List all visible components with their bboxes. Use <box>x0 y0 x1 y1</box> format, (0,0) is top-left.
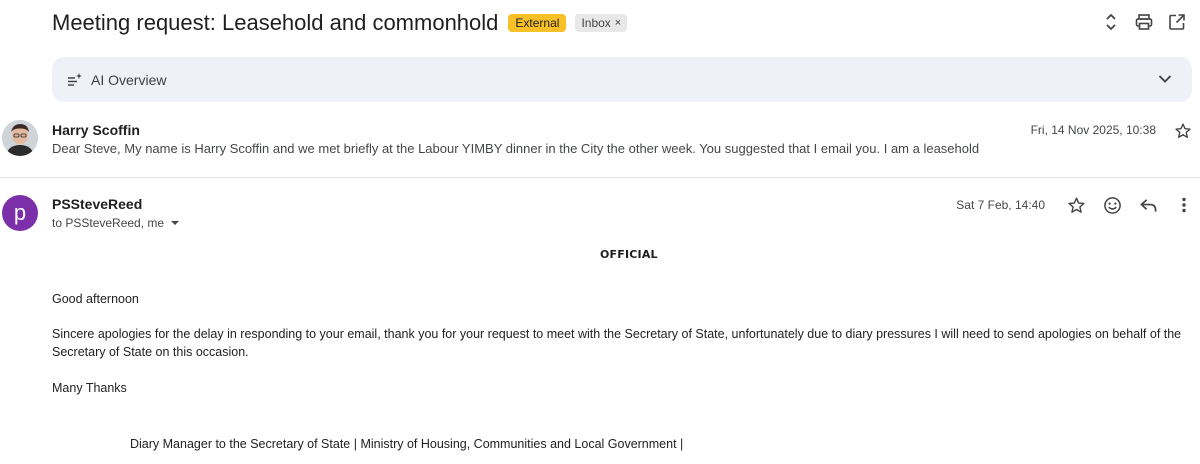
inbox-label[interactable]: Inbox × <box>575 14 628 32</box>
star-icon[interactable] <box>1174 122 1192 140</box>
avatar <box>2 120 38 156</box>
external-label[interactable]: External <box>508 14 567 32</box>
thread-toolbar <box>1101 10 1200 34</box>
reply-icon[interactable] <box>1138 195 1158 215</box>
print-icon[interactable] <box>1134 12 1154 32</box>
recipients-text: to PSSteveReed, me <box>52 216 165 230</box>
remove-label-button[interactable]: × <box>615 16 621 30</box>
unfold-more-icon[interactable] <box>1101 12 1121 32</box>
emoji-smile-icon[interactable] <box>1102 195 1122 215</box>
subject-row: Meeting request: Leasehold and commonhol… <box>52 8 628 38</box>
sender-name: Harry Scoffin <box>52 122 140 138</box>
ai-overview-panel[interactable]: AI Overview <box>52 57 1192 102</box>
star-icon[interactable] <box>1066 195 1086 215</box>
caret-down-icon[interactable] <box>170 218 180 228</box>
sparkle-list-icon <box>67 72 83 88</box>
inbox-label-text: Inbox <box>581 16 611 30</box>
more-vertical-icon[interactable] <box>1174 195 1194 215</box>
email-signature: Diary Manager to the Secretary of State … <box>130 437 684 451</box>
email-greeting: Good afternoon <box>52 292 139 306</box>
open-in-new-window-icon[interactable] <box>1167 12 1187 32</box>
email-body: Sincere apologies for the delay in respo… <box>52 327 1182 359</box>
email-signoff: Many Thanks <box>52 381 127 395</box>
recipients: to PSSteveReed, me <box>52 216 180 230</box>
sender-name: PSSteveReed <box>52 196 143 212</box>
message-actions <box>1050 195 1194 215</box>
chevron-down-icon[interactable] <box>1156 70 1174 88</box>
message-divider <box>0 177 1200 178</box>
message-snippet: Dear Steve, My name is Harry Scoffin and… <box>52 141 980 156</box>
message-expanded: p PSSteveReed to PSSteveReed, me Sat 7 F… <box>0 185 1200 464</box>
classification-marking: OFFICIAL <box>600 248 658 261</box>
email-subject: Meeting request: Leasehold and commonhol… <box>52 10 499 35</box>
ai-overview-label: AI Overview <box>91 71 167 88</box>
message-collapsed[interactable]: Harry Scoffin Dear Steve, My name is Har… <box>0 112 1200 176</box>
message-date: Fri, 14 Nov 2025, 10:38 <box>1030 123 1156 137</box>
avatar: p <box>2 195 38 231</box>
message-date: Sat 7 Feb, 14:40 <box>956 198 1045 212</box>
